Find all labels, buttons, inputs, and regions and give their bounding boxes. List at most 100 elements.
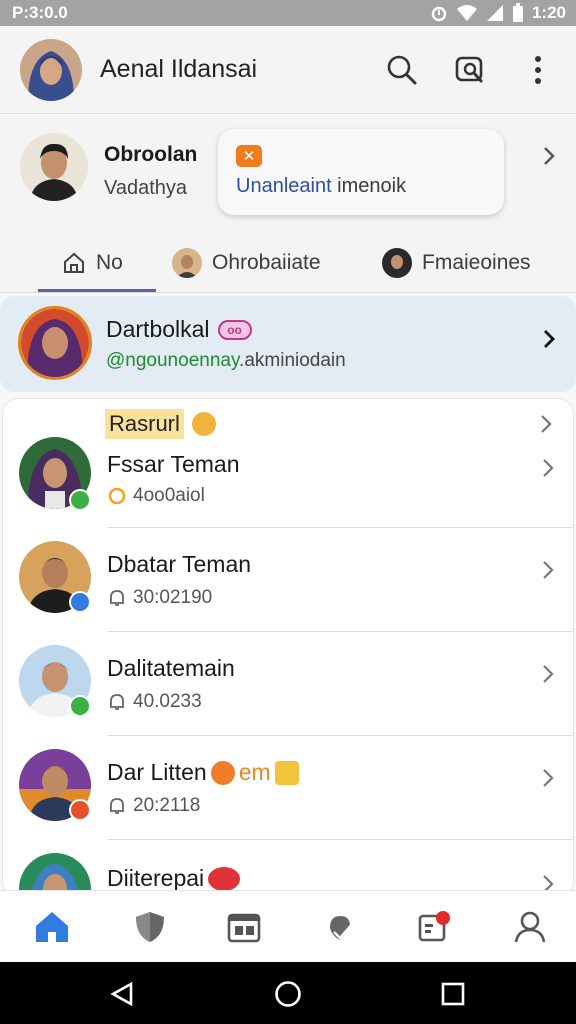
contact-meta: 20:2118 <box>107 795 200 817</box>
more-vertical-icon <box>535 55 541 84</box>
screen: P:3:0.0 1:20 Aenal Ildansai Obroolan Vad… <box>0 0 576 1024</box>
contact-meta-text: 30:02190 <box>133 587 213 608</box>
battery-icon <box>512 3 523 22</box>
shield-icon <box>136 912 164 942</box>
contact-meta-text: 20:2118 <box>133 795 201 816</box>
back-button[interactable] <box>106 978 138 1010</box>
notification-badge <box>69 799 91 821</box>
contact-name: Dar Litten em <box>107 759 299 786</box>
tab-label: No <box>96 251 123 274</box>
chat-search-icon <box>455 56 483 82</box>
search-icon <box>387 55 417 84</box>
active-tab-indicator <box>38 289 156 292</box>
chat-subtitle-rest: .akminiodain <box>239 350 346 371</box>
status-bar: P:3:0.0 1:20 <box>0 0 576 26</box>
nav-security[interactable] <box>130 907 170 947</box>
divider <box>107 631 573 632</box>
person-icon <box>514 911 546 943</box>
profile-subtitle: Vadathya <box>104 177 188 199</box>
nav-reactions[interactable] <box>320 907 360 947</box>
contact-name-text: Dar Litten <box>107 759 207 785</box>
contact-meta-text: 40.0233 <box>133 691 202 712</box>
new-chat-button[interactable] <box>452 52 488 88</box>
highlighted-chat[interactable]: Dartbolkal oo @ngounoennay.akminiodain <box>0 296 576 392</box>
list-item[interactable]: Dalitatemain 40.0233 <box>3 637 573 741</box>
tab-label: Ohrobaiiate <box>212 251 321 274</box>
emoji-icon <box>208 866 241 891</box>
contact-name-suffix: em <box>238 759 271 785</box>
status-clock: 1:20 <box>531 3 566 22</box>
chevron-right-icon[interactable] <box>542 145 556 167</box>
list-item[interactable]: Dar Litten em 20:2118 <box>3 741 573 845</box>
bell-icon <box>110 694 124 710</box>
profile-avatar[interactable] <box>20 133 88 201</box>
list-item[interactable]: Dbatar Teman 30:02190 <box>3 533 573 637</box>
chevron-right-icon <box>543 561 554 579</box>
nav-notifications[interactable] <box>414 907 454 947</box>
nav-home[interactable] <box>32 907 72 947</box>
chat-name-text: Dartbolkal <box>106 316 210 342</box>
tab-label: Fmaieoines <box>422 251 531 274</box>
contact-meta-text: 4oo0aiol <box>133 485 205 506</box>
chevron-right-icon <box>543 459 554 477</box>
tab-contact[interactable]: Ohrobaiiate <box>172 233 321 293</box>
chat-subtitle: @ngounoennay.akminiodain <box>106 350 346 372</box>
contact-meta: 40.0233 <box>107 691 202 713</box>
emoji-icon <box>274 760 299 785</box>
signal-icon <box>486 5 503 21</box>
home-icon <box>36 912 68 942</box>
search-button[interactable] <box>384 52 420 88</box>
contact-name: Dbatar Teman <box>107 551 252 577</box>
profile-name: Obroolan <box>104 143 198 166</box>
bottom-nav <box>0 890 576 962</box>
chevron-right-icon <box>543 769 554 787</box>
online-badge <box>69 695 91 717</box>
messenger-badge <box>69 591 91 613</box>
back-triangle-icon <box>110 981 133 1007</box>
divider <box>107 735 573 736</box>
alarm-icon <box>431 6 447 22</box>
calendar-icon <box>227 913 261 943</box>
system-nav-bar <box>0 962 576 1024</box>
list-item[interactable]: Fssar Teman 4oo0aiol <box>3 429 573 533</box>
contact-name-text: Diiterepai <box>107 865 205 891</box>
home-outline-icon <box>64 252 84 273</box>
contact-name: Dalitatemain <box>107 655 235 681</box>
hand-heart-icon <box>330 916 353 940</box>
contact-name: Fssar Teman <box>107 451 240 477</box>
chevron-right-icon <box>544 330 555 348</box>
app-bar: Aenal Ildansai <box>0 26 576 114</box>
tab-home[interactable]: No <box>62 233 123 293</box>
contact-meta: 30:02190 <box>107 587 212 609</box>
status-time: P:3:0.0 <box>12 3 68 22</box>
profile-section: Obroolan Vadathya ✕ Unanleaint imenoik N… <box>0 115 576 293</box>
home-circle-icon <box>275 981 301 1007</box>
wifi-icon <box>456 5 477 21</box>
contact-name: Diiterepai <box>107 865 241 892</box>
nav-profile[interactable] <box>510 907 550 947</box>
chat-list: Rasrurl Fssar Teman 4oo0aiol Dbatar Tema… <box>2 398 574 898</box>
status-app-icon: ✕ <box>236 145 262 167</box>
divider <box>107 527 573 528</box>
chat-subtitle-handle: @ngounoennay <box>106 350 240 371</box>
status-icons: 1:20 <box>430 3 566 23</box>
tab-avatar <box>172 248 202 278</box>
bell-icon <box>110 590 124 606</box>
contact-meta: 4oo0aiol <box>107 485 205 507</box>
status-card[interactable]: ✕ Unanleaint imenoik <box>218 129 504 215</box>
user-avatar[interactable] <box>20 38 82 101</box>
tab-bar: No Ohrobaiiate Fmaieoines <box>0 233 576 293</box>
recents-button[interactable] <box>437 978 469 1010</box>
divider <box>107 839 573 840</box>
recents-square-icon <box>441 982 465 1006</box>
status-ring-icon <box>108 487 126 505</box>
chat-name: Dartbolkal oo <box>106 316 252 343</box>
status-text: Unanleaint imenoik <box>236 175 406 198</box>
nav-calendar[interactable] <box>224 907 264 947</box>
more-options-button[interactable] <box>520 52 556 88</box>
tab-avatar <box>382 248 412 278</box>
chat-pill-badge: oo <box>217 319 252 340</box>
tab-favorites[interactable]: Fmaieoines <box>382 233 531 293</box>
home-system-button[interactable] <box>272 978 304 1010</box>
bell-icon <box>110 798 124 814</box>
